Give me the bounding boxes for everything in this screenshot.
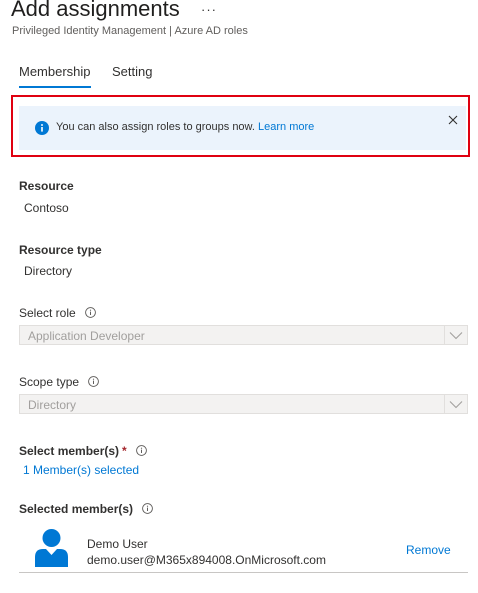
- scope-type-dropdown[interactable]: Directory: [19, 394, 468, 414]
- info-message: You can also assign roles to groups now.…: [56, 121, 314, 133]
- more-options-button[interactable]: ···: [201, 2, 217, 17]
- info-icon: [35, 121, 49, 135]
- resource-label: Resource: [19, 179, 74, 193]
- resource-value: Contoso: [24, 201, 69, 215]
- info-banner: You can also assign roles to groups now.…: [19, 106, 466, 150]
- member-name: Demo User: [87, 537, 148, 551]
- info-hint-icon[interactable]: [142, 503, 154, 514]
- select-role-label-text: Select role: [19, 306, 76, 320]
- info-hint-icon[interactable]: [88, 376, 100, 387]
- tab-membership[interactable]: Membership: [19, 64, 91, 79]
- learn-more-link[interactable]: Learn more: [258, 121, 314, 133]
- info-message-text: You can also assign roles to groups now.: [56, 121, 255, 133]
- dropdown-divider: [444, 395, 445, 413]
- members-selected-link[interactable]: 1 Member(s) selected: [23, 463, 139, 477]
- required-marker: *: [122, 444, 127, 458]
- select-members-label: Select member(s) *: [19, 444, 147, 458]
- resource-type-label: Resource type: [19, 243, 102, 257]
- breadcrumb-subtitle: Privileged Identity Management | Azure A…: [12, 25, 248, 37]
- select-members-label-text: Select member(s): [19, 444, 120, 458]
- chevron-down-icon: [449, 401, 463, 409]
- chevron-down-icon: [449, 332, 463, 340]
- select-role-dropdown[interactable]: Application Developer: [19, 325, 468, 345]
- select-role-value: Application Developer: [28, 329, 145, 343]
- remove-member-button[interactable]: Remove: [406, 543, 451, 557]
- close-icon[interactable]: [448, 115, 458, 125]
- scope-type-value: Directory: [28, 398, 77, 412]
- page-title: Add assignments: [11, 0, 180, 21]
- user-avatar-icon: [35, 529, 68, 567]
- info-hint-icon[interactable]: [85, 307, 96, 318]
- info-hint-icon[interactable]: [136, 445, 147, 456]
- selected-members-label-text: Selected member(s): [19, 502, 134, 516]
- selected-member-row: Demo User demo.user@M365x894008.OnMicros…: [19, 524, 468, 573]
- active-tab-indicator: [19, 86, 91, 88]
- resource-type-value: Directory: [24, 264, 73, 278]
- select-role-label: Select role: [19, 306, 96, 320]
- scope-type-label: Scope type: [19, 375, 100, 389]
- scope-type-label-text: Scope type: [19, 375, 80, 389]
- member-email: demo.user@M365x894008.OnMicrosoft.com: [87, 553, 326, 567]
- dropdown-divider: [444, 326, 445, 344]
- selected-members-label: Selected member(s): [19, 502, 154, 516]
- tab-setting[interactable]: Setting: [112, 64, 152, 79]
